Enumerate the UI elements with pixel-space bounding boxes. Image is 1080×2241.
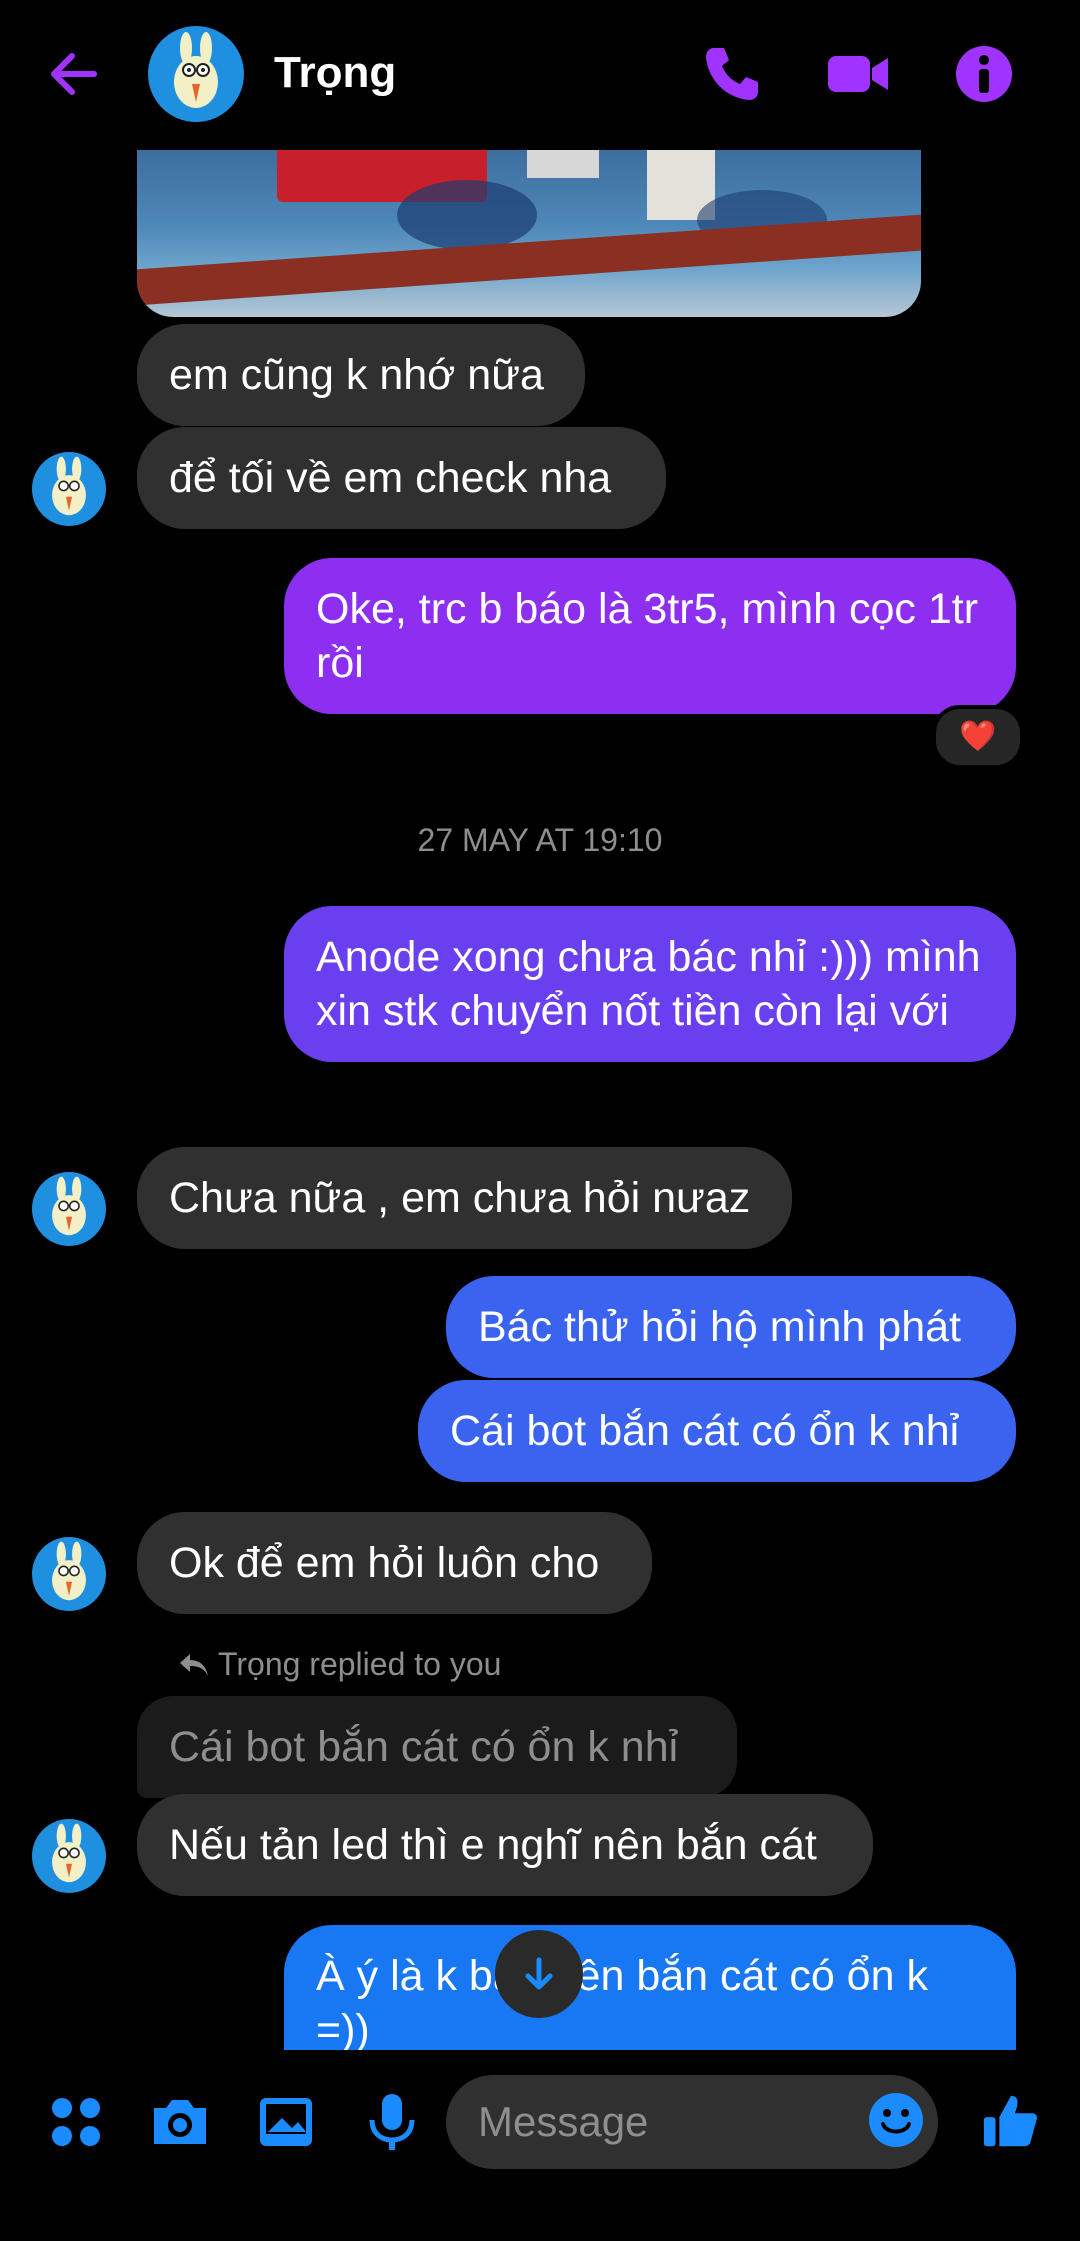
quoted-message[interactable]: Cái bot bắn cát có ổn k nhỉ <box>137 1696 737 1798</box>
scroll-to-bottom-button[interactable] <box>495 1930 583 2018</box>
contact-avatar-small[interactable] <box>32 1537 106 1611</box>
conversation-header: Trọng <box>0 0 1080 150</box>
outgoing-message[interactable]: Bác thử hỏi hộ mình phát <box>446 1276 1016 1378</box>
video-call-icon[interactable] <box>826 42 890 106</box>
message-composer <box>0 2050 1080 2241</box>
incoming-message[interactable]: Chưa nữa , em chưa hỏi nưaz <box>137 1147 792 1249</box>
contact-avatar-small[interactable] <box>32 1172 106 1246</box>
info-icon[interactable] <box>952 42 1016 106</box>
incoming-message[interactable]: Nếu tản led thì e nghĩ nên bắn cát <box>137 1794 873 1896</box>
outgoing-message[interactable]: Oke, trc b báo là 3tr5, mình cọc 1tr rồi <box>284 558 1016 714</box>
incoming-message[interactable]: để tối về em check nha <box>137 427 666 529</box>
thumbs-up-icon[interactable] <box>980 2090 1042 2152</box>
camera-icon[interactable] <box>148 2090 212 2154</box>
contact-avatar[interactable] <box>148 26 244 122</box>
timestamp: 27 MAY AT 19:10 <box>417 822 663 858</box>
phone-call-icon[interactable] <box>700 42 764 106</box>
back-arrow-icon[interactable] <box>44 44 104 104</box>
incoming-message[interactable]: em cũng k nhớ nữa <box>137 324 585 426</box>
heart-emoji: ❤️ <box>959 720 997 753</box>
message-list[interactable]: em cũng k nhớ nữa để tối về em check nha… <box>0 150 1080 2050</box>
outgoing-message[interactable]: Cái bot bắn cát có ổn k nhỉ <box>418 1380 1016 1482</box>
contact-avatar-small[interactable] <box>32 1819 106 1893</box>
reply-arrow-icon <box>180 1654 208 1676</box>
contact-avatar-small[interactable] <box>32 452 106 526</box>
gallery-icon[interactable] <box>254 2090 318 2154</box>
microphone-icon[interactable] <box>360 2090 424 2154</box>
contact-name[interactable]: Trọng <box>274 48 396 98</box>
heart-reaction[interactable]: ❤️ <box>932 705 1024 769</box>
emoji-icon[interactable] <box>866 2090 926 2150</box>
outgoing-message[interactable]: Anode xong chưa bác nhỉ :))) mình xin st… <box>284 906 1016 1062</box>
message-input[interactable] <box>446 2075 938 2169</box>
incoming-message[interactable]: Ok để em hỏi luôn cho <box>137 1512 652 1614</box>
reply-label: Trọng replied to you <box>218 1646 502 1682</box>
arrow-down-icon <box>525 1957 553 1990</box>
menu-grid-icon[interactable] <box>44 2090 108 2154</box>
outgoing-message[interactable]: À ý là k bắn bên bắn cát có ổn k =)) <box>284 1925 1016 2050</box>
shared-photo[interactable] <box>137 150 921 317</box>
